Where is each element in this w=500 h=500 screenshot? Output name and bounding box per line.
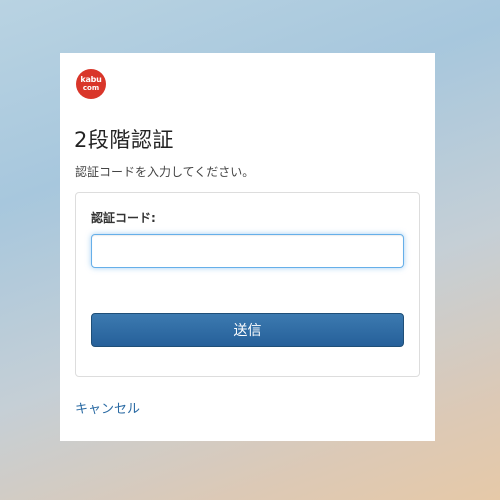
cancel-link[interactable]: キャンセル [75,398,140,417]
logo-text-bottom: com [82,84,100,92]
logo-text-top: kabu [80,75,102,84]
auth-code-label: 認証コード: [91,211,156,225]
auth-code-input[interactable] [91,234,404,268]
auth-form-panel: 認証コード: 送信 [75,192,420,377]
page-instruction: 認証コードを入力してください。 [75,165,255,179]
submit-button[interactable]: 送信 [91,313,404,347]
page-title: 2段階認証 [74,128,174,152]
kabucom-logo: kabu com [76,69,106,99]
login-card: kabu com 2段階認証 認証コードを入力してください。 認証コード: 送信… [60,53,435,441]
